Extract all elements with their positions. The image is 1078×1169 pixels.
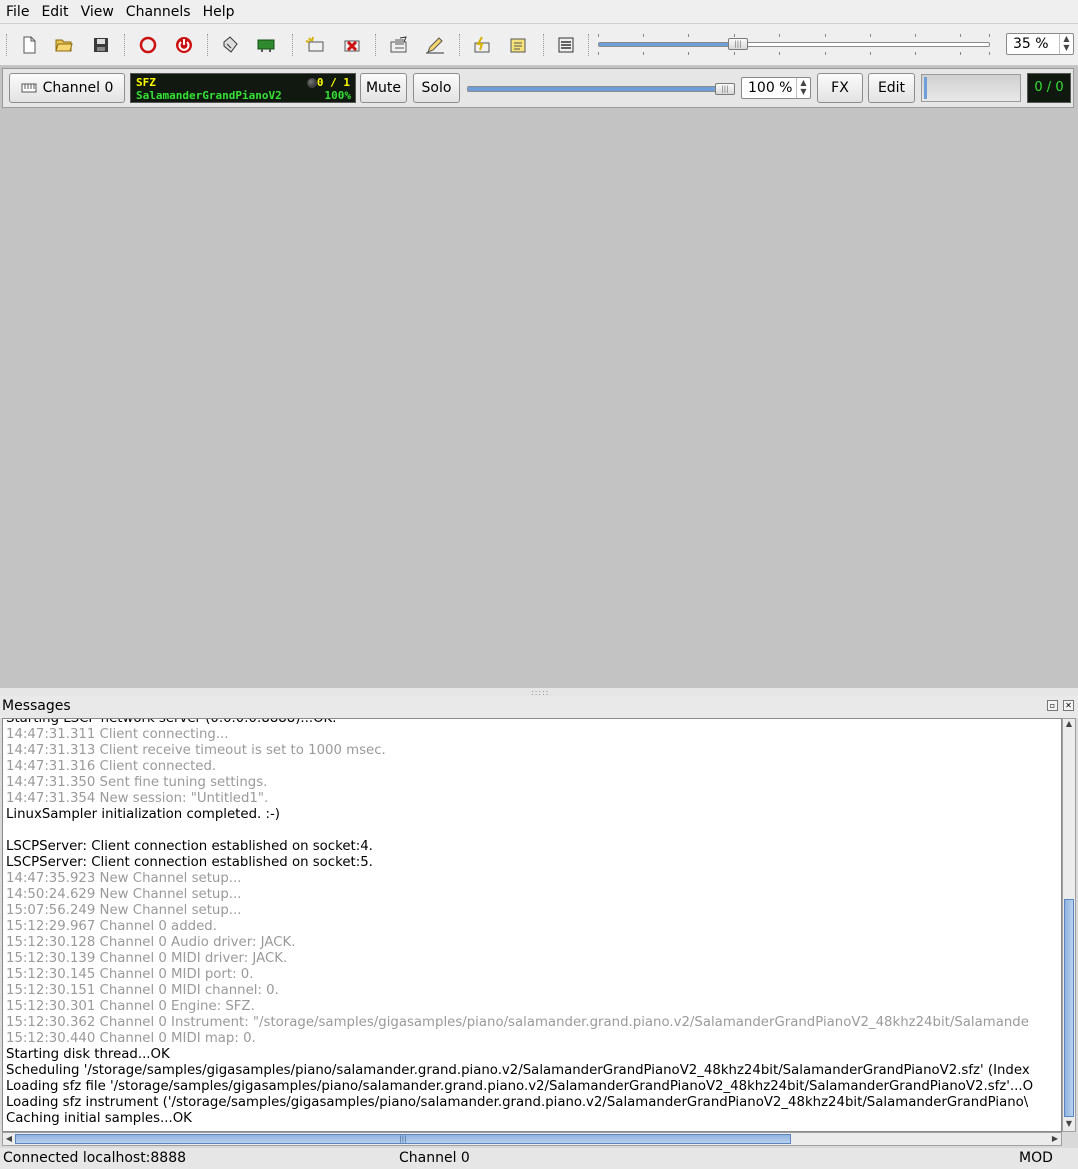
menu-edit[interactable]: Edit xyxy=(35,1,74,23)
message-line: Loading sfz instrument ('/storage/sample… xyxy=(6,1095,1029,1110)
message-line: 15:12:30.362 Channel 0 Instrument: "/sto… xyxy=(6,1015,1029,1030)
solo-label: Solo xyxy=(421,80,452,96)
message-line: 15:12:30.139 Channel 0 MIDI driver: JACK… xyxy=(6,951,288,966)
message-line: 14:50:24.629 New Channel setup... xyxy=(6,887,242,902)
instrument-index: 0 / 1 xyxy=(316,76,350,89)
solo-button[interactable]: Solo xyxy=(413,73,460,103)
edit-channel-icon[interactable] xyxy=(387,34,411,56)
dock-float-icon[interactable]: ▫ xyxy=(1047,700,1058,711)
zoom-slider-handle[interactable]: ||| xyxy=(728,38,748,50)
menu-channels[interactable]: Channels xyxy=(120,1,197,23)
message-line: 15:12:29.967 Channel 0 added. xyxy=(6,919,217,934)
channel-setup-button[interactable]: Channel 0 xyxy=(9,73,125,103)
scroll-down-icon[interactable]: ▼ xyxy=(1063,1119,1075,1131)
remove-channel-icon[interactable] xyxy=(340,34,364,56)
message-line: Starting disk thread...OK xyxy=(6,1047,170,1062)
message-line: 14:47:31.311 Client connecting... xyxy=(6,727,229,742)
auto-arrange-icon[interactable] xyxy=(506,34,530,56)
setup-channel-icon[interactable] xyxy=(254,34,278,56)
message-line xyxy=(6,823,1061,839)
volume-stepper-arrows[interactable]: ▲ ▼ xyxy=(796,78,810,98)
menu-file[interactable]: File xyxy=(0,1,35,23)
dock-close-icon[interactable]: ✕ xyxy=(1063,700,1074,711)
volume-spinbox[interactable]: 100 % ▲ ▼ xyxy=(741,77,811,99)
message-line: 15:12:30.128 Channel 0 Audio driver: JAC… xyxy=(6,935,296,950)
zoom-slider[interactable]: ||| xyxy=(598,34,990,55)
scroll-right-icon[interactable]: ▶ xyxy=(1049,1133,1061,1145)
instrument-load-status: 100% xyxy=(324,89,352,102)
message-line: 15:12:30.301 Channel 0 Engine: SFZ. xyxy=(6,999,255,1014)
message-line: 15:12:30.440 Channel 0 MIDI map: 0. xyxy=(6,1031,256,1046)
dock-splitter[interactable]: ::::: xyxy=(0,688,1078,697)
volume-slider[interactable]: ||| xyxy=(467,83,735,95)
message-line: Scheduling '/storage/samples/gigasamples… xyxy=(6,1063,1030,1078)
fx-button[interactable]: FX xyxy=(817,73,863,103)
status-modified: MOD xyxy=(1019,1150,1053,1166)
arrange-windows-icon[interactable] xyxy=(470,34,494,56)
fx-label: FX xyxy=(831,80,849,96)
message-line: 14:47:31.350 Sent fine tuning settings. xyxy=(6,775,268,790)
edit-button[interactable]: Edit xyxy=(868,73,915,103)
message-line: Loading sfz file '/storage/samples/gigas… xyxy=(6,1079,1034,1094)
instruments-icon[interactable] xyxy=(554,34,578,56)
vertical-scroll-thumb[interactable] xyxy=(1064,899,1074,1117)
mute-label: Mute xyxy=(365,80,402,96)
message-line: LinuxSampler initialization completed. :… xyxy=(6,807,280,822)
messages-list: Starting LSCP network server (0.0.0.0:88… xyxy=(6,718,1061,1127)
message-line: 14:47:31.313 Client receive timeout is s… xyxy=(6,743,386,758)
instrument-display[interactable]: SFZ SalamanderGrandPianoV2 0 / 1 100% xyxy=(130,73,356,103)
mute-button[interactable]: Mute xyxy=(360,73,407,103)
restart-session-icon[interactable] xyxy=(172,34,196,56)
add-channel-icon[interactable] xyxy=(218,34,242,56)
audio-level-meter xyxy=(921,74,1021,102)
scroll-left-icon[interactable]: ◀ xyxy=(3,1133,15,1145)
volume-slider-handle[interactable]: ||| xyxy=(715,83,735,95)
status-connection: Connected localhost:8888 xyxy=(3,1150,187,1166)
message-line: LSCPServer: Client connection establishe… xyxy=(6,855,373,870)
messages-title: Messages xyxy=(2,698,71,714)
channel-name: Channel 0 xyxy=(42,80,114,96)
menu-help[interactable]: Help xyxy=(197,1,241,23)
open-session-icon[interactable] xyxy=(52,34,76,56)
message-line: 14:47:31.354 New session: "Untitled1". xyxy=(6,791,269,806)
message-line: 14:47:31.316 Client connected. xyxy=(6,759,217,774)
edit-label: Edit xyxy=(877,80,906,96)
messages-dock-title: Messages ▫ ✕ xyxy=(0,696,1078,718)
instrument-name: SalamanderGrandPianoV2 xyxy=(136,89,282,102)
messages-vertical-scrollbar[interactable]: ▲ ▼ xyxy=(1062,718,1076,1132)
save-session-icon[interactable] xyxy=(89,34,113,56)
scroll-up-icon[interactable]: ▲ xyxy=(1063,719,1075,731)
message-line: 15:07:56.249 New Channel setup... xyxy=(6,903,242,918)
keyboard-icon xyxy=(21,83,37,93)
zoom-value: 35 % xyxy=(1013,36,1049,52)
activity-led-icon xyxy=(307,78,317,88)
menu-bar: File Edit View Channels Help xyxy=(0,0,1078,24)
message-line: 14:47:35.923 New Channel setup... xyxy=(6,871,242,886)
message-line: 15:12:30.145 Channel 0 MIDI port: 0. xyxy=(6,967,254,982)
reset-session-icon[interactable] xyxy=(136,34,160,56)
horizontal-scroll-thumb[interactable]: ||| xyxy=(15,1134,791,1144)
zoom-stepper-arrows[interactable]: ▲ ▼ xyxy=(1059,34,1073,54)
main-toolbar: ||| 35 % ▲ ▼ xyxy=(0,24,1078,66)
engine-label: SFZ xyxy=(136,76,156,89)
message-line: LSCPServer: Client connection establishe… xyxy=(6,839,373,854)
channels-workspace: Channel 0 SFZ SalamanderGrandPianoV2 0 /… xyxy=(0,66,1078,688)
channel-strip: Channel 0 SFZ SalamanderGrandPianoV2 0 /… xyxy=(2,68,1074,108)
message-line: 15:12:30.151 Channel 0 MIDI channel: 0. xyxy=(6,983,279,998)
message-line: Caching initial samples...OK xyxy=(6,1111,192,1126)
new-session-icon[interactable] xyxy=(17,34,41,56)
edit-instrument-icon[interactable] xyxy=(423,34,447,56)
status-channel: Channel 0 xyxy=(399,1150,470,1166)
messages-log[interactable]: Starting LSCP network server (0.0.0.0:88… xyxy=(2,718,1062,1132)
messages-horizontal-scrollbar[interactable]: ◀ ||| ▶ xyxy=(2,1132,1062,1146)
message-line: Starting LSCP network server (0.0.0.0:88… xyxy=(6,718,337,726)
status-bar: Connected localhost:8888 Channel 0 MOD xyxy=(0,1148,1078,1169)
voice-count-display: 0 / 0 xyxy=(1027,73,1071,103)
zoom-spinbox[interactable]: 35 % ▲ ▼ xyxy=(1006,33,1074,55)
menu-view[interactable]: View xyxy=(75,1,120,23)
add-channel-wizard-icon[interactable] xyxy=(303,34,327,56)
volume-value: 100 % xyxy=(748,80,793,96)
